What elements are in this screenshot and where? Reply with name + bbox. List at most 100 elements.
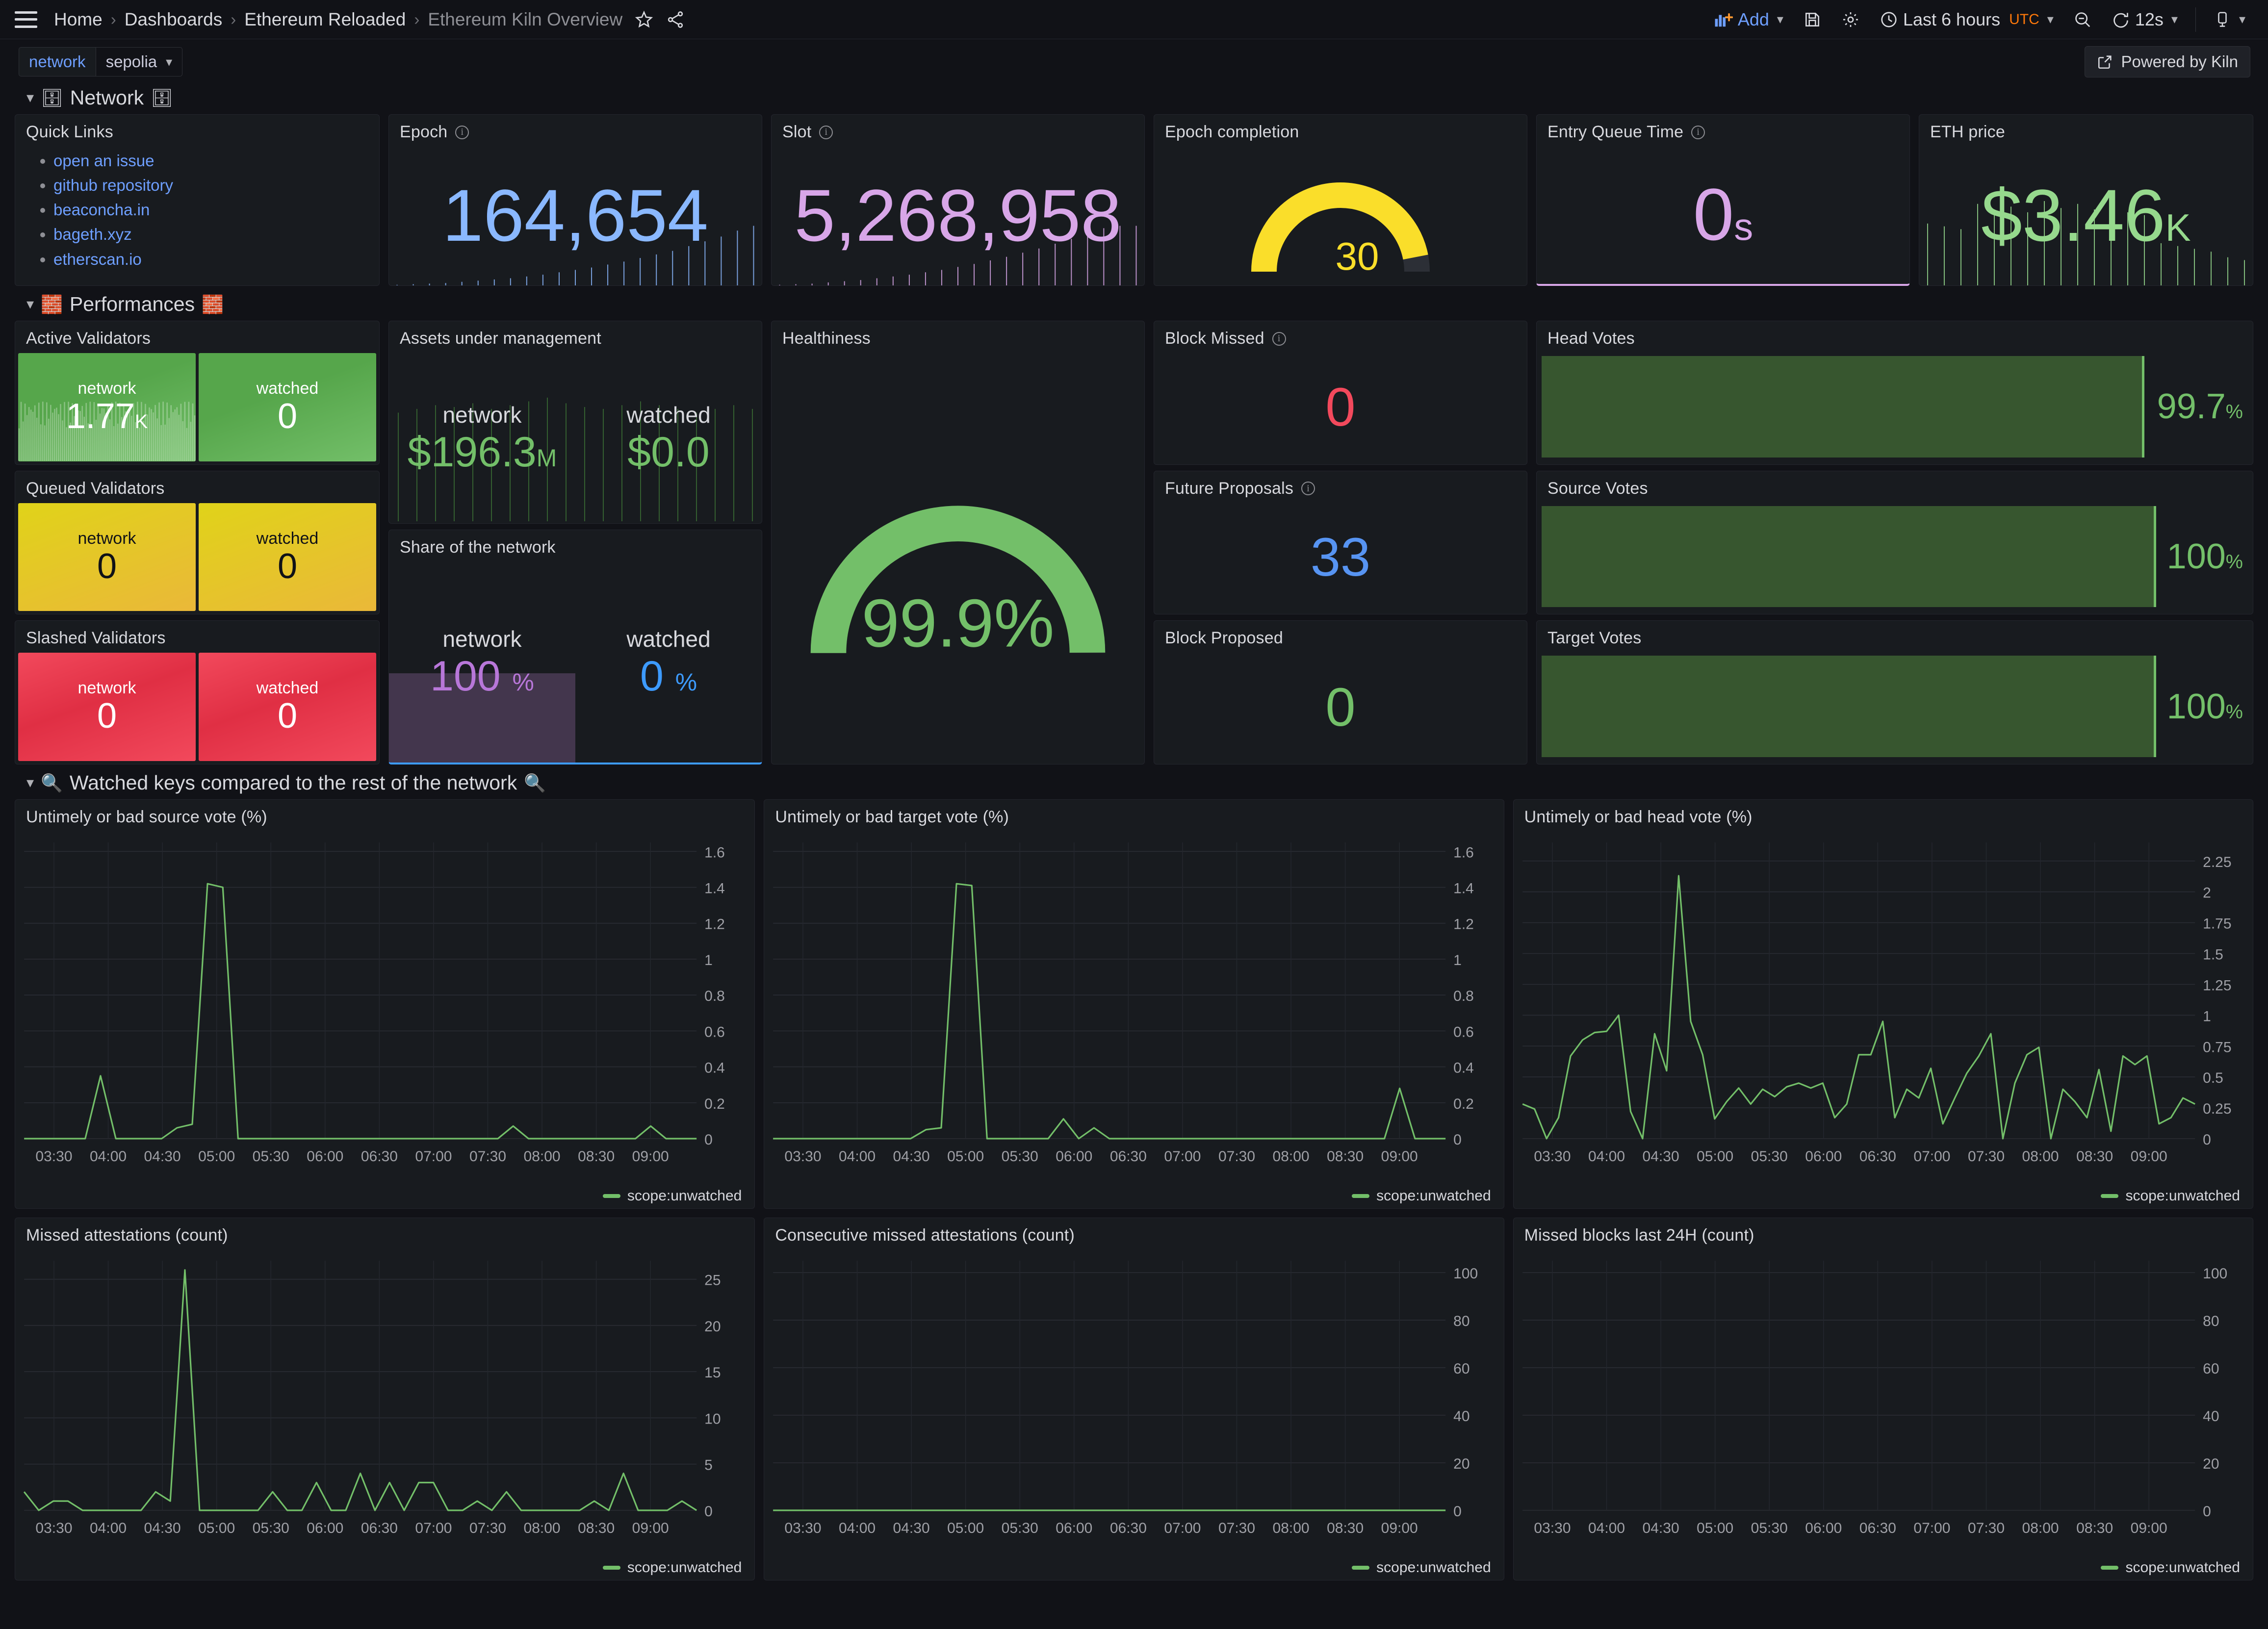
- info-icon[interactable]: i: [819, 125, 833, 139]
- svg-text:05:00: 05:00: [947, 1148, 984, 1165]
- svg-text:04:00: 04:00: [839, 1520, 876, 1536]
- refresh-interval-label: 12s: [2135, 9, 2164, 29]
- chart-legend[interactable]: scope:unwatched: [602, 1559, 742, 1576]
- panel-title-consecutive-missed-attestations: Consecutive missed attestations (count): [775, 1226, 1075, 1245]
- dashboard-settings-button[interactable]: [1831, 4, 1870, 35]
- share-network-unit: %: [512, 668, 534, 696]
- breadcrumb: Home › Dashboards › Ethereum Reloaded › …: [54, 9, 1704, 30]
- svg-text:1.5: 1.5: [2203, 947, 2223, 963]
- entry-queue-value: 0: [1693, 173, 1734, 255]
- svg-text:06:00: 06:00: [307, 1520, 343, 1536]
- svg-text:08:00: 08:00: [2022, 1520, 2059, 1536]
- svg-text:09:00: 09:00: [632, 1520, 669, 1536]
- svg-text:04:00: 04:00: [90, 1148, 127, 1165]
- quick-link-label: bageth.xyz: [53, 225, 132, 244]
- legend-swatch: [2101, 1566, 2119, 1570]
- legend-label: scope:unwatched: [2125, 1559, 2240, 1576]
- row-header-watched-keys[interactable]: ▾ 🔍 Watched keys compared to the rest of…: [0, 764, 2268, 799]
- breadcrumb-home[interactable]: Home: [54, 9, 103, 30]
- svg-text:05:00: 05:00: [198, 1520, 235, 1536]
- svg-text:20: 20: [704, 1319, 721, 1335]
- stat-tile-unit: K: [134, 411, 148, 433]
- svg-text:05:30: 05:30: [1002, 1148, 1038, 1165]
- list-item[interactable]: beaconcha.in: [53, 198, 379, 222]
- info-icon[interactable]: i: [1301, 482, 1315, 496]
- chart-legend[interactable]: scope:unwatched: [2101, 1188, 2240, 1204]
- powered-by-kiln-link[interactable]: Powered by Kiln: [2084, 46, 2250, 77]
- svg-text:03:30: 03:30: [35, 1148, 72, 1165]
- timeseries-untimely-target-vote[interactable]: 0 0.2 0.4 0.6 0.8 1 1.2 1.4 1.6 03:30 04:00 04:30 05…: [764, 830, 1503, 1208]
- chart-legend[interactable]: scope:unwatched: [602, 1188, 742, 1204]
- list-item[interactable]: open an issue: [53, 149, 379, 173]
- svg-text:04:30: 04:30: [1642, 1520, 1679, 1536]
- svg-text:08:00: 08:00: [524, 1520, 561, 1536]
- svg-text:0: 0: [704, 1132, 713, 1148]
- svg-text:07:00: 07:00: [1913, 1148, 1950, 1165]
- zoom-out-time-button[interactable]: [2063, 4, 2102, 35]
- time-range-picker[interactable]: Last 6 hours UTC ▾: [1870, 4, 2063, 35]
- list-item[interactable]: bageth.xyz: [53, 222, 379, 247]
- save-dashboard-button[interactable]: [1793, 4, 1831, 35]
- svg-text:60: 60: [1453, 1361, 1469, 1377]
- toolbar-divider: [2195, 7, 2196, 32]
- aum-network-value: $196.3: [407, 428, 537, 476]
- chart-legend[interactable]: scope:unwatched: [1352, 1559, 1491, 1576]
- kiosk-mode-button[interactable]: ▾: [2204, 4, 2255, 35]
- timeseries-consecutive-missed-attestations[interactable]: 0 20 40 60 80 100 03:30 04:00 04:30 05:00 05:30 06:…: [764, 1248, 1503, 1580]
- legend-swatch: [2101, 1194, 2119, 1198]
- stat-tile-slashed-watched: watched 0: [199, 653, 376, 762]
- panel-missed-blocks-last-24h: Missed blocks last 24H (count) 0 20 40 60 80…: [1513, 1218, 2253, 1580]
- head-votes-unit: %: [2225, 401, 2243, 423]
- source-votes-value: 100: [2166, 537, 2226, 576]
- svg-text:80: 80: [2203, 1313, 2219, 1329]
- breadcrumb-folder[interactable]: Ethereum Reloaded: [244, 9, 406, 30]
- dashboard-toolbar: Add ▾ Last 6 hours UTC ▾ 12s ▾ ▾: [1704, 4, 2255, 35]
- add-panel-button[interactable]: Add ▾: [1704, 4, 1793, 35]
- chart-legend[interactable]: scope:unwatched: [2101, 1559, 2240, 1576]
- variable-network-select[interactable]: sepolia ▾: [95, 47, 183, 76]
- panel-consecutive-missed-attestations: Consecutive missed attestations (count) …: [764, 1218, 1504, 1580]
- list-item[interactable]: github repository: [53, 173, 379, 198]
- row-header-performances[interactable]: ▾ 🧱 Performances 🧱: [0, 286, 2268, 321]
- source-votes-bar-fill: [1542, 506, 2156, 608]
- panel-title-block-missed: Block Missed: [1165, 329, 1264, 348]
- info-icon[interactable]: i: [1691, 125, 1705, 139]
- stat-tile-value: 0: [277, 546, 298, 586]
- info-icon[interactable]: i: [1272, 331, 1286, 346]
- row-header-network[interactable]: ▾ 🗄 Network 🗄: [0, 79, 2268, 114]
- timeseries-untimely-head-vote[interactable]: 0 0.25 0.5 0.75 1 1.25 1.5 1.75 2 2.25 03:30 04:00 0…: [1514, 830, 2253, 1208]
- svg-text:07:00: 07:00: [415, 1520, 452, 1536]
- panel-title-slashed-validators: Slashed Validators: [26, 629, 166, 648]
- svg-text:25: 25: [704, 1273, 721, 1289]
- menu-toggle-icon[interactable]: [15, 11, 37, 28]
- refresh-button[interactable]: 12s ▾: [2102, 4, 2188, 35]
- breadcrumb-dashboards[interactable]: Dashboards: [125, 9, 223, 30]
- chart-legend[interactable]: scope:unwatched: [1352, 1188, 1491, 1204]
- svg-text:05:30: 05:30: [253, 1520, 289, 1536]
- panel-slashed-validators: Slashed Validators network 0 watched 0: [15, 620, 380, 765]
- legend-swatch: [602, 1566, 620, 1570]
- svg-text:04:30: 04:30: [144, 1520, 181, 1536]
- panel-missed-attestations: Missed attestations (count) 0 5 10 15 20 25 03…: [15, 1218, 755, 1580]
- info-icon[interactable]: i: [455, 125, 469, 139]
- timeseries-missed-attestations[interactable]: 0 5 10 15 20 25 03:30 04:00 04:30 05:00 05:30 06:00…: [15, 1248, 754, 1580]
- timeseries-untimely-source-vote[interactable]: 0 0.2 0.4 0.6 0.8 1 1.2 1.4 1.6 03:30 04:00 04:30 05…: [15, 830, 754, 1208]
- variable-network-label: network: [19, 47, 96, 76]
- panel-epoch-completion: Epoch completion 30: [1154, 114, 1527, 286]
- svg-text:1.4: 1.4: [704, 881, 725, 897]
- svg-text:0.2: 0.2: [1453, 1096, 1474, 1112]
- star-icon[interactable]: [634, 10, 654, 29]
- blocks-column: Block Missed i 0 Future Proposals i 33 B…: [1154, 321, 1527, 765]
- panel-title-missed-blocks-last-24h: Missed blocks last 24H (count): [1524, 1226, 1754, 1245]
- svg-text:05:30: 05:30: [1002, 1520, 1038, 1536]
- chevron-down-icon: ▾: [2047, 12, 2054, 26]
- list-item[interactable]: etherscan.io: [53, 247, 379, 272]
- watched-row-emoji-left: 🔍: [41, 772, 63, 793]
- svg-text:08:30: 08:30: [2076, 1148, 2113, 1165]
- block-missed-value: 0: [1325, 377, 1356, 438]
- stat-tile-label: network: [77, 529, 136, 548]
- share-network-stat: network 100 %: [389, 560, 575, 763]
- share-network-value: 100: [430, 652, 501, 700]
- timeseries-missed-blocks-last-24h[interactable]: 0 20 40 60 80 100 03:30 04:00 04:30 05:00 05:30 06:…: [1514, 1248, 2253, 1580]
- share-icon[interactable]: [666, 10, 685, 29]
